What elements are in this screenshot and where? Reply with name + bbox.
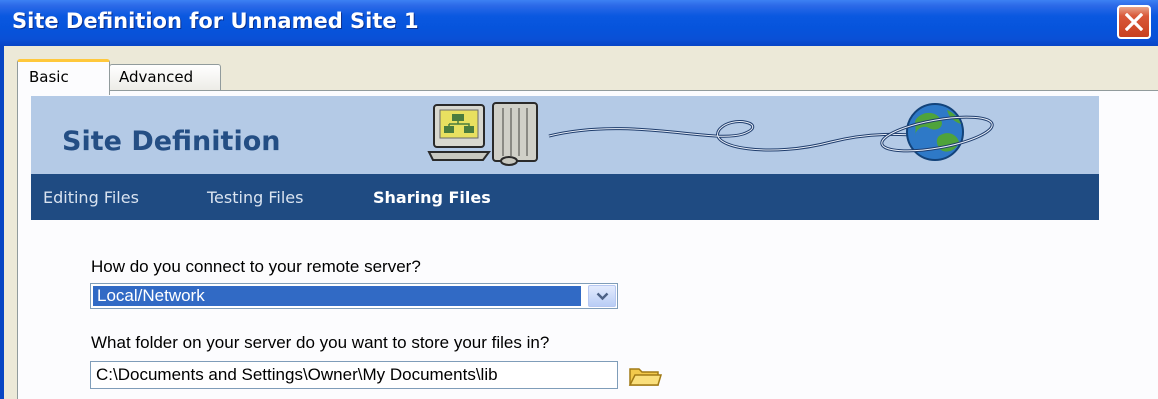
remote-folder-input[interactable]: C:\Documents and Settings\Owner\My Docum… — [90, 361, 618, 389]
site-definition-banner: Site Definition — [31, 96, 1099, 174]
window-border — [0, 46, 4, 399]
browse-folder-button[interactable] — [627, 364, 663, 388]
dropdown-button[interactable] — [588, 285, 616, 307]
folder-question-label: What folder on your server do you want t… — [91, 333, 550, 352]
close-icon — [1125, 13, 1143, 31]
wizard-nav: Editing Files Testing Files Sharing File… — [31, 174, 1099, 220]
globe-icon — [880, 103, 994, 161]
connect-question-label: How do you connect to your remote server… — [91, 257, 421, 276]
tab-basic[interactable]: Basic — [17, 59, 110, 95]
tab-advanced[interactable]: Advanced — [109, 64, 221, 91]
close-button[interactable] — [1117, 5, 1151, 39]
tab-basic-label: Basic — [29, 68, 69, 86]
nav-testing-files[interactable]: Testing Files — [207, 188, 303, 207]
folder-icon — [628, 368, 663, 386]
connection-type-value: Local/Network — [93, 286, 581, 306]
title-bar[interactable]: Site Definition for Unnamed Site 1 — [0, 0, 1158, 46]
connection-type-select[interactable]: Local/Network — [90, 283, 618, 309]
nav-sharing-files[interactable]: Sharing Files — [373, 188, 491, 207]
computer-icon — [427, 102, 538, 166]
chevron-down-icon — [596, 292, 609, 301]
nav-editing-files[interactable]: Editing Files — [43, 188, 139, 207]
banner-title: Site Definition — [62, 126, 281, 157]
tab-advanced-label: Advanced — [119, 68, 194, 86]
window-title: Site Definition for Unnamed Site 1 — [12, 9, 419, 33]
tab-strip: Basic Advanced — [4, 46, 1158, 95]
